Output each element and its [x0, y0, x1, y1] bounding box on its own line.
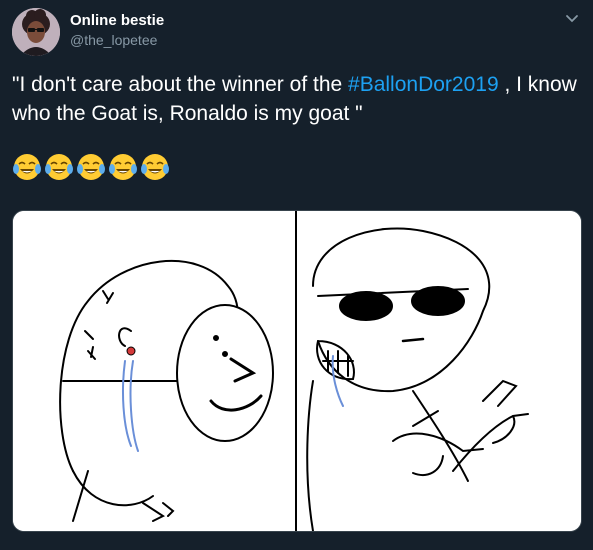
chevron-down-icon[interactable]: [565, 14, 579, 24]
profile-photo-icon: [12, 8, 60, 56]
face-with-tears-of-joy-icon: [13, 154, 41, 180]
face-with-tears-of-joy-icon: [45, 154, 73, 180]
face-with-tears-of-joy-icon: [109, 154, 137, 180]
face-with-tears-of-joy-icon: [77, 154, 105, 180]
face-with-tears-of-joy-icon: [141, 154, 169, 180]
tweet-text-start: "I don't care about the winner of the: [12, 73, 349, 96]
author-display-name[interactable]: Online bestie: [70, 12, 164, 29]
tweet-text: "I don't care about the winner of the #B…: [12, 70, 582, 128]
meme-image: [13, 211, 581, 531]
avatar[interactable]: [12, 8, 60, 56]
hashtag-link[interactable]: #BallonDor2019: [348, 73, 499, 96]
tweet-media-image[interactable]: [12, 210, 582, 532]
emoji-row: [12, 152, 170, 184]
author-handle[interactable]: @the_lopetee: [70, 32, 157, 48]
